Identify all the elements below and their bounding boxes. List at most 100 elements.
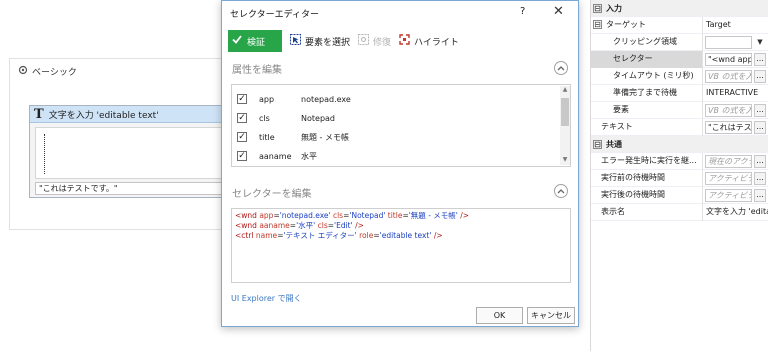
element-ellipsis-button[interactable]: ... (754, 103, 766, 117)
collapse-icon[interactable]: ⊟ (593, 3, 602, 13)
select-element-icon (290, 34, 301, 48)
property-label: テキスト (591, 118, 703, 136)
category-common[interactable]: ⊟ 共通 (591, 136, 768, 153)
property-text[interactable]: テキスト "これはテスト... (591, 118, 768, 136)
attribute-checkbox[interactable]: ✓ (237, 113, 247, 123)
help-button[interactable]: ? (520, 6, 525, 17)
attribute-row[interactable]: ✓ aaname 水平 (237, 147, 317, 165)
property-delay-after[interactable]: 実行後の待機時間 アクティビティ... (591, 186, 768, 204)
property-delay-before[interactable]: 実行前の待機時間 アクティビティ... (591, 169, 768, 187)
property-wait-ready[interactable]: 準備完了まで待機 INTERACTIVE (591, 84, 768, 102)
selector-attr-name: role (359, 231, 374, 240)
highlight-icon (399, 34, 410, 48)
property-label: クリッピング領域 (591, 33, 703, 51)
activity-text-input[interactable]: "これはテストです。" (35, 182, 225, 195)
property-display-name[interactable]: 表示名 文字を入力 'editab (591, 203, 768, 221)
validate-label: 検証 (247, 37, 266, 48)
timeout-field[interactable]: VB の式を入 (705, 69, 752, 83)
attribute-value[interactable]: notepad.exe (301, 95, 351, 104)
property-element[interactable]: 要素 VB の式を入... (591, 101, 768, 119)
collapse-attributes-icon[interactable] (554, 61, 568, 75)
selector-attr-value: 'Notepad' (349, 211, 386, 220)
property-target[interactable]: ⊟ ターゲット Target (591, 16, 768, 34)
selector-attr-name: name (255, 231, 278, 240)
dropdown-arrow-icon[interactable]: ▼ (754, 36, 766, 49)
repair-button[interactable]: 修復 (358, 34, 391, 48)
property-continue-on-error[interactable]: エラー発生時に実行を継... 現在のアクテ... (591, 152, 768, 170)
attribute-row[interactable]: ✓ app notepad.exe (237, 90, 351, 108)
attribute-value[interactable]: 無題 - メモ帳 (301, 132, 349, 143)
selector-attr-name: app (259, 211, 274, 220)
timeout-ellipsis-button[interactable]: ... (754, 69, 766, 83)
property-label: 実行前の待機時間 (591, 169, 703, 187)
highlight-button[interactable]: ハイライト (399, 34, 459, 48)
selector-field[interactable]: "<wnd app (705, 52, 752, 66)
selector-tag-end: /> (433, 231, 443, 240)
delay-before-field[interactable]: アクティビティ (705, 171, 752, 185)
scrollbar-thumb[interactable] (561, 98, 569, 126)
scroll-up-icon[interactable]: ▲ (560, 86, 570, 95)
property-clipping-region[interactable]: クリッピング領域 ▼ (591, 33, 768, 51)
selector-attr-value: 'editable text' (379, 231, 432, 240)
attribute-checkbox[interactable]: ✓ (237, 132, 247, 142)
clipping-field[interactable] (705, 35, 752, 49)
select-element-button[interactable]: 要素を選択 (290, 34, 350, 48)
ok-button[interactable]: OK (476, 307, 523, 324)
sequence-header: ベーシック (18, 65, 77, 78)
attribute-name: title (259, 132, 275, 142)
selector-attr-name: aaname (259, 221, 290, 230)
delay-before-ellipsis-button[interactable]: ... (754, 171, 766, 185)
text-field[interactable]: "これはテスト (705, 120, 752, 134)
attribute-name: aaname (259, 151, 292, 161)
selector-editor-dialog: セレクターエディター ? ✕ 検証 要素を選択 修復 ハイライト 属性を編集 ✓… (221, 0, 579, 327)
delay-after-field[interactable]: アクティビティ (705, 188, 752, 202)
property-label: 実行後の待機時間 (591, 186, 703, 204)
attributes-scrollbar[interactable]: ▲ ▼ (560, 86, 570, 165)
selector-editor-textarea[interactable]: <wnd app='notepad.exe' cls='Notepad' tit… (231, 208, 571, 283)
attribute-checkbox[interactable]: ✓ (237, 151, 247, 161)
attribute-row[interactable]: ✓ title 無題 - メモ帳 (237, 128, 349, 146)
repair-icon (358, 34, 370, 48)
category-label: 入力 (606, 3, 622, 13)
activity-target-preview[interactable] (35, 127, 225, 179)
checkmark-icon (232, 35, 242, 47)
close-button[interactable]: ✕ (553, 4, 564, 19)
selector-attr-value: 'テキスト エディター' (283, 231, 357, 240)
selector-ellipsis-button[interactable]: ... (754, 52, 766, 66)
selector-attr-name: title (387, 211, 403, 220)
selector-attr-value: 'Edit' (334, 221, 353, 230)
property-timeout[interactable]: タイムアウト (ミリ秒) VB の式を入... (591, 67, 768, 85)
text-ellipsis-button[interactable]: ... (754, 120, 766, 134)
continue-on-error-ellipsis-button[interactable]: ... (754, 154, 766, 168)
validate-button[interactable]: 検証 (228, 30, 282, 52)
selector-tag-end: /> (460, 211, 470, 220)
open-in-ui-explorer-link[interactable]: UI Explorer で開く (231, 293, 302, 304)
collapse-icon[interactable]: ⊟ (593, 139, 602, 149)
sequence-icon (18, 65, 28, 78)
cancel-button[interactable]: キャンセル (527, 307, 575, 324)
attribute-checkbox[interactable]: ✓ (237, 94, 247, 104)
properties-panel: ⊟ 入力 ⊟ ターゲット Target クリッピング領域 ▼ セレクター "<wn… (590, 0, 768, 351)
type-into-activity[interactable]: T 文字を入力 'editable text' "これはテストです。" (29, 105, 229, 198)
selector-tag: <wnd (235, 221, 257, 230)
property-label: エラー発生時に実行を継... (591, 152, 703, 170)
collapse-icon[interactable]: ⊟ (593, 19, 602, 29)
category-input[interactable]: ⊟ 入力 (591, 0, 768, 17)
delay-after-ellipsis-button[interactable]: ... (754, 188, 766, 202)
property-selector[interactable]: セレクター "<wnd app... (591, 50, 768, 68)
attribute-row[interactable]: ✓ cls Notepad (237, 109, 335, 127)
activity-header: T 文字を入力 'editable text' (30, 106, 228, 123)
wait-ready-value[interactable]: INTERACTIVE (703, 85, 768, 102)
display-name-value[interactable]: 文字を入力 'editab (703, 204, 768, 221)
continue-on-error-field[interactable]: 現在のアクテ (705, 154, 752, 168)
property-label: 準備完了まで待機 (591, 84, 703, 102)
selector-tag: <wnd (235, 211, 257, 220)
element-field[interactable]: VB の式を入 (705, 103, 752, 117)
selector-attr-name: cls (317, 221, 328, 230)
selector-attr-name: cls (332, 211, 344, 220)
collapse-selector-icon[interactable] (554, 184, 568, 198)
attribute-value[interactable]: Notepad (301, 114, 335, 123)
category-label: 共通 (606, 139, 622, 149)
attribute-value[interactable]: 水平 (301, 151, 317, 162)
scroll-down-icon[interactable]: ▼ (560, 156, 570, 165)
